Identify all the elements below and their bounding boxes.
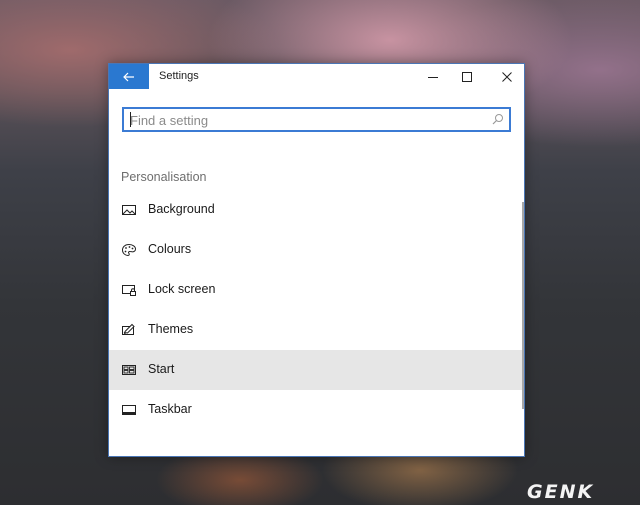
maximize-button[interactable] bbox=[450, 64, 484, 89]
minimize-icon bbox=[428, 76, 438, 78]
settings-item-label: Start bbox=[148, 362, 175, 376]
paint-brush-icon bbox=[122, 323, 135, 335]
back-button[interactable] bbox=[109, 64, 149, 89]
search-icon[interactable] bbox=[492, 113, 504, 125]
minimize-button[interactable] bbox=[416, 64, 450, 89]
settings-item-label: Lock screen bbox=[148, 282, 216, 296]
palette-icon bbox=[121, 243, 137, 257]
window-title: Settings bbox=[159, 70, 199, 82]
search-input[interactable] bbox=[130, 111, 480, 129]
lock-screen-icon bbox=[122, 285, 136, 296]
close-icon bbox=[502, 71, 512, 82]
text-cursor bbox=[130, 112, 131, 127]
settings-item-label: Themes bbox=[148, 322, 194, 336]
settings-item-label: Taskbar bbox=[148, 402, 192, 416]
section-heading: Personalisation bbox=[121, 170, 207, 184]
search-box[interactable] bbox=[122, 107, 511, 132]
scrollbar[interactable] bbox=[522, 202, 524, 409]
settings-item-label: Colours bbox=[148, 242, 192, 256]
taskbar-icon bbox=[122, 405, 136, 415]
settings-item-background[interactable]: Background bbox=[109, 190, 524, 230]
watermark-logo: GENK bbox=[527, 481, 595, 503]
back-arrow-icon bbox=[123, 72, 134, 81]
close-button[interactable] bbox=[490, 64, 524, 89]
picture-icon bbox=[122, 205, 136, 215]
settings-item-colours[interactable]: Colours bbox=[109, 230, 524, 270]
settings-item-lock-screen[interactable]: Lock screen bbox=[109, 270, 524, 310]
settings-window: Settings Personalisation bbox=[108, 63, 525, 457]
settings-item-start[interactable]: Start bbox=[109, 350, 524, 390]
settings-item-taskbar[interactable]: Taskbar bbox=[109, 390, 524, 430]
settings-item-themes[interactable]: Themes bbox=[109, 310, 524, 350]
title-bar: Settings bbox=[109, 64, 524, 89]
settings-item-label: Background bbox=[148, 202, 215, 216]
start-tiles-icon bbox=[122, 365, 136, 375]
maximize-icon bbox=[462, 71, 472, 82]
